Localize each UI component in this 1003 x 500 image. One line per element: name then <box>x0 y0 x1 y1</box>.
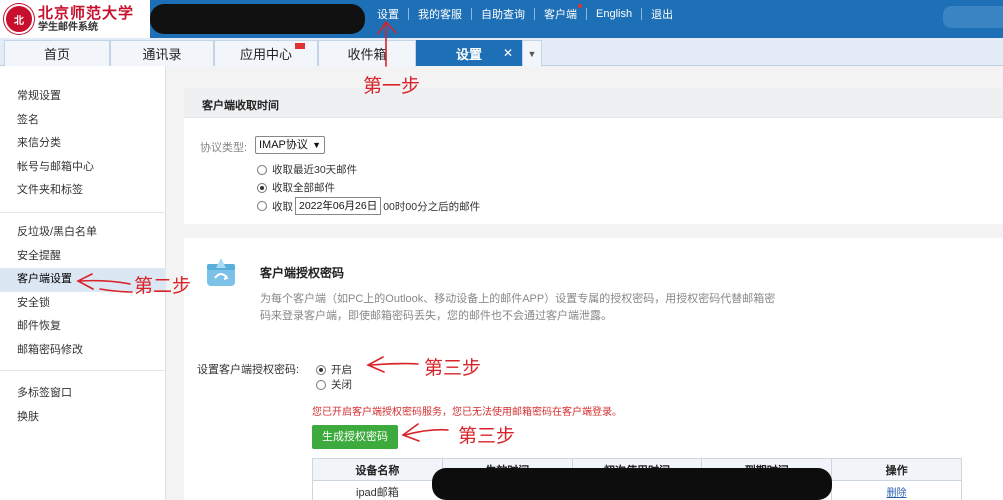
notification-dot <box>578 4 582 8</box>
generate-password-button[interactable]: 生成授权密码 <box>312 425 398 449</box>
auth-setting-label: 设置客户端授权密码: <box>197 364 300 376</box>
radio-last-30-days[interactable]: 收取最近30天邮件 <box>257 162 357 177</box>
new-badge <box>295 43 305 49</box>
protocol-label: 协议类型: <box>200 142 248 154</box>
divider <box>0 212 166 213</box>
radio-icon[interactable] <box>257 201 267 211</box>
radio-since-date[interactable]: 收取 2022年06月26日 00时00分之后的邮件 <box>257 197 480 215</box>
radio-label: 收取 <box>272 200 293 213</box>
sidebar-item-signature[interactable]: 签名 <box>0 109 166 133</box>
date-input[interactable]: 2022年06月26日 <box>295 197 382 215</box>
tab-bar: 首页 通讯录 应用中心 收件箱 设置 ✕ ▼ <box>0 38 1003 66</box>
radio-label: 开启 <box>331 364 352 376</box>
redacted-account <box>150 4 365 34</box>
tab-label: 首页 <box>43 47 70 62</box>
radio-label: 收取最近30天邮件 <box>272 164 358 176</box>
sidebar-group-general: 常规设置 签名 来信分类 帐号与邮箱中心 文件夹和标签 <box>0 85 166 203</box>
sidebar-item-accounts[interactable]: 帐号与邮箱中心 <box>0 156 166 180</box>
device-name-cell: ipad邮箱 <box>312 480 443 500</box>
chevron-down-icon[interactable]: ▼ <box>522 40 542 66</box>
annotation-step2: 第二步 <box>134 275 192 297</box>
radio-label: 关闭 <box>331 379 352 391</box>
tab-label: 通讯录 <box>142 47 182 62</box>
chevron-down-icon: ▼ <box>312 140 321 150</box>
auth-title: 客户端授权密码 <box>260 266 345 280</box>
sidebar-item-mail-recovery[interactable]: 邮件恢复 <box>0 315 166 339</box>
tab-settings[interactable]: 设置 ✕ <box>416 40 522 66</box>
topnav-logout[interactable]: 退出 <box>642 6 682 22</box>
radio-all-mail[interactable]: 收取全部邮件 <box>257 180 335 195</box>
sidebar-group-display: 多标签窗口 换肤 <box>0 382 166 429</box>
radio-icon[interactable] <box>257 164 267 175</box>
tab-inbox[interactable]: 收件箱 <box>318 40 416 66</box>
radio-auth-off[interactable]: 关闭 <box>316 377 352 392</box>
radio-label: 收取全部邮件 <box>272 182 335 194</box>
logo-subtitle: 学生邮件系统 <box>38 21 98 33</box>
tab-label: 应用中心 <box>239 47 292 62</box>
topnav-support[interactable]: 我的客服 <box>409 6 471 22</box>
sidebar-item-folders[interactable]: 文件夹和标签 <box>0 179 166 203</box>
col-action: 操作 <box>831 458 962 481</box>
protocol-value: IMAP协议 <box>259 139 308 151</box>
col-device-name: 设备名称 <box>312 458 443 481</box>
topnav-self-service[interactable]: 自助查询 <box>472 6 534 22</box>
topnav-english[interactable]: English <box>587 8 641 20</box>
logo[interactable]: 北 北京师范大学 学生邮件系统 <box>0 0 150 38</box>
radio-auth-on[interactable]: 开启 <box>316 362 352 377</box>
section-header-receive: 客户端收取时间 <box>184 88 1003 118</box>
tab-label: 收件箱 <box>347 47 387 62</box>
sidebar-item-multi-tab[interactable]: 多标签窗口 <box>0 382 166 406</box>
tab-home[interactable]: 首页 <box>4 40 110 66</box>
annotation-step3b: 第三步 <box>458 425 516 447</box>
topnav-client-label: 客户端 <box>544 9 577 21</box>
search-box[interactable] <box>943 6 1003 28</box>
sidebar-item-mail-filter[interactable]: 来信分类 <box>0 132 166 156</box>
sidebar-item-security-alert[interactable]: 安全提醒 <box>0 245 166 269</box>
sidebar-item-skin[interactable]: 换肤 <box>0 406 166 430</box>
sidebar-item-general[interactable]: 常规设置 <box>0 85 166 109</box>
delete-link[interactable]: 删除 <box>887 488 907 499</box>
university-seal-icon: 北 <box>4 4 34 34</box>
sidebar-item-password-change[interactable]: 邮箱密码修改 <box>0 339 166 363</box>
radio-icon[interactable] <box>316 379 326 390</box>
logo-title: 北京师范大学 <box>38 4 135 23</box>
radio-icon-selected[interactable] <box>257 182 267 193</box>
top-bar: 北 北京师范大学 学生邮件系统 设置 我的客服 自助查询 客户端 English… <box>0 0 1003 38</box>
tab-label: 设置 <box>455 47 482 62</box>
radio-label-suffix: 00时00分之后的邮件 <box>383 200 481 213</box>
protocol-select[interactable]: IMAP协议 ▼ <box>255 136 325 154</box>
radio-icon-selected[interactable] <box>316 364 326 375</box>
redacted-table-data <box>432 468 832 500</box>
recycle-box-icon <box>207 258 235 286</box>
topnav-client[interactable]: 客户端 <box>535 4 586 22</box>
section-title: 客户端收取时间 <box>202 100 279 112</box>
divider <box>0 370 166 371</box>
sidebar-item-antispam[interactable]: 反垃圾/黑白名单 <box>0 221 166 245</box>
auth-notice: 您已开启客户端授权密码服务，您已无法使用邮箱密码在客户端登录。 <box>312 407 622 418</box>
action-cell: 删除 <box>831 480 962 500</box>
tab-app-center[interactable]: 应用中心 <box>214 40 318 66</box>
auth-description: 为每个客户端（如PC上的Outlook、移动设备上的邮件APP）设置专属的授权密… <box>260 293 776 322</box>
tab-contacts[interactable]: 通讯录 <box>110 40 214 66</box>
top-nav: 设置 我的客服 自助查询 客户端 English 退出 <box>368 0 682 28</box>
annotation-step3a: 第三步 <box>424 357 482 379</box>
close-icon[interactable]: ✕ <box>503 46 513 60</box>
topnav-settings[interactable]: 设置 <box>368 6 408 22</box>
annotation-step1: 第一步 <box>363 75 421 97</box>
